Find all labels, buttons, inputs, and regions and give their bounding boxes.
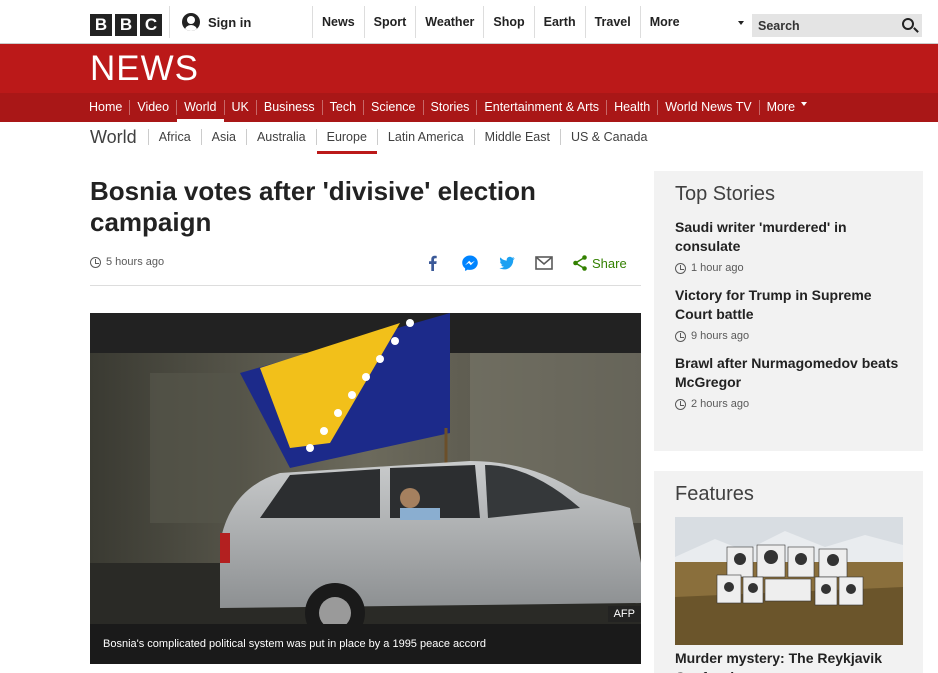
top-story-time-text: 2 hours ago <box>691 398 750 410</box>
global-nav-travel[interactable]: Travel <box>584 6 640 38</box>
news-masthead: NEWS <box>0 44 938 93</box>
top-stories-heading: Top Stories <box>675 183 776 205</box>
account-icon <box>182 13 200 31</box>
article-headline: Bosnia votes after 'divisive' election c… <box>90 176 536 237</box>
top-story-time-text: 9 hours ago <box>691 330 750 342</box>
car-with-flag-image <box>90 313 641 624</box>
clock-icon <box>675 262 686 274</box>
top-story-time: 9 hours ago <box>675 330 902 342</box>
feature-photo <box>675 517 903 645</box>
feature-image[interactable] <box>675 517 903 645</box>
news-nav: Home Video World UK Business Tech Scienc… <box>0 93 938 122</box>
news-nav-world[interactable]: World <box>177 100 225 122</box>
news-nav-business[interactable]: Business <box>257 100 323 115</box>
share-icon[interactable] <box>572 254 588 272</box>
sign-in-label: Sign in <box>208 14 252 30</box>
news-nav-more[interactable]: More <box>760 100 814 115</box>
top-story-time-text: 1 hour ago <box>691 262 744 274</box>
top-story-time: 1 hour ago <box>675 262 902 274</box>
twitter-icon[interactable] <box>498 254 516 272</box>
messenger-icon[interactable] <box>461 254 479 272</box>
global-nav-more[interactable]: More <box>639 6 752 38</box>
feature-title[interactable]: Murder mystery: The Reykjavik Confession… <box>675 649 903 673</box>
news-nav-world-news-tv[interactable]: World News TV <box>658 100 760 115</box>
bbc-logo[interactable]: B B C <box>90 14 162 36</box>
top-story-title[interactable]: Victory for Trump in Supreme Court battl… <box>675 286 902 324</box>
global-header: B B C Sign in News Sport Weather Shop Ea… <box>0 0 938 44</box>
top-story-item[interactable]: Saudi writer 'murdered' in consulate 1 h… <box>675 218 902 274</box>
search-input[interactable] <box>752 14 892 37</box>
news-nav-health[interactable]: Health <box>607 100 659 115</box>
news-nav-tech[interactable]: Tech <box>323 100 365 115</box>
news-nav-entertainment[interactable]: Entertainment & Arts <box>477 100 608 115</box>
global-nav: News Sport Weather Shop Earth Travel Mor… <box>312 6 752 38</box>
subnav-europe[interactable]: Europe <box>315 129 378 154</box>
image-credit: AFP <box>607 606 641 622</box>
clock-icon <box>90 256 101 268</box>
sign-in-link[interactable]: Sign in <box>169 6 251 38</box>
news-nav-stories[interactable]: Stories <box>424 100 478 115</box>
subnav-africa[interactable]: Africa <box>147 129 201 145</box>
search-icon[interactable] <box>902 18 914 30</box>
share-tools: Share <box>424 254 627 272</box>
email-icon[interactable] <box>535 254 553 272</box>
share-button[interactable]: Share <box>592 256 627 271</box>
news-nav-home[interactable]: Home <box>82 100 131 115</box>
top-stories-panel: Top Stories Saudi writer 'murdered' in c… <box>654 171 923 451</box>
facebook-icon[interactable] <box>424 254 442 272</box>
global-nav-earth[interactable]: Earth <box>533 6 585 38</box>
top-story-item[interactable]: Victory for Trump in Supreme Court battl… <box>675 286 902 342</box>
global-nav-sport[interactable]: Sport <box>363 6 416 38</box>
news-logo[interactable]: NEWS <box>90 49 199 89</box>
top-story-time: 2 hours ago <box>675 398 902 410</box>
clock-icon <box>675 330 686 342</box>
global-nav-news[interactable]: News <box>312 6 364 38</box>
subnav-australia[interactable]: Australia <box>245 129 316 145</box>
timestamp-text: 5 hours ago <box>106 256 165 268</box>
article-photo: AFP <box>90 313 641 624</box>
search-box <box>752 14 922 37</box>
news-nav-science[interactable]: Science <box>364 100 424 115</box>
features-panel: Features Murder mystery: The Reykjavik C… <box>654 471 923 673</box>
global-nav-weather[interactable]: Weather <box>415 6 483 38</box>
top-story-item[interactable]: Brawl after Nurmagomedov beats McGregor … <box>675 354 902 410</box>
subnav-us-canada[interactable]: US & Canada <box>559 129 657 145</box>
global-nav-shop[interactable]: Shop <box>483 6 533 38</box>
image-caption: Bosnia's complicated political system wa… <box>90 624 641 664</box>
top-story-title[interactable]: Brawl after Nurmagomedov beats McGregor <box>675 354 902 392</box>
features-heading: Features <box>675 483 754 505</box>
article-timestamp: 5 hours ago <box>90 256 164 268</box>
world-subnav: World Africa Asia Australia Europe Latin… <box>90 122 657 154</box>
news-nav-uk[interactable]: UK <box>225 100 257 115</box>
news-nav-video[interactable]: Video <box>130 100 178 115</box>
subnav-asia[interactable]: Asia <box>200 129 246 145</box>
section-title[interactable]: World <box>90 127 148 148</box>
subnav-latin-america[interactable]: Latin America <box>376 129 474 145</box>
clock-icon <box>675 398 686 410</box>
subnav-middle-east[interactable]: Middle East <box>473 129 560 145</box>
article-divider <box>90 285 641 286</box>
top-story-title[interactable]: Saudi writer 'murdered' in consulate <box>675 218 902 256</box>
